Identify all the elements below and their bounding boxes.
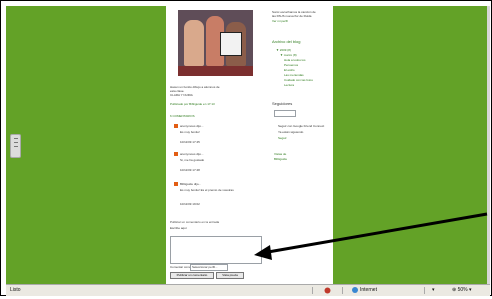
comment-author[interactable]: anonymous dijo... (174, 152, 204, 157)
archive-post[interactable]: Lectura (284, 83, 294, 87)
protected-mode-icon (324, 285, 334, 296)
comment-prompt: Escribe aquí (170, 226, 187, 230)
comment-author[interactable]: Bibliguide dijo... (174, 182, 201, 187)
status-divider (424, 287, 425, 294)
post-photo (178, 10, 253, 76)
comments-title: 6 COMENTARIOS (170, 114, 195, 118)
follow-link[interactable]: Seguir (278, 136, 287, 140)
grip-icon (13, 146, 18, 147)
blogger-icon (174, 124, 178, 129)
archive-post[interactable]: Cuidado con las fotos (284, 78, 313, 82)
follow-text: Seguir con Google Friend Connect (278, 124, 325, 128)
blogger-icon (174, 182, 178, 187)
post-caption-line: CLARA Y NURIA (170, 93, 193, 97)
comment-textarea[interactable] (170, 236, 262, 264)
comment-text: Si, me ha gustado (180, 158, 205, 162)
page-background-left (6, 6, 166, 284)
blogger-icon (174, 152, 178, 157)
comment-form-title: Publicar un comentario en la entrada (170, 220, 220, 224)
archive-year[interactable]: ▼ 2009 (8) (276, 48, 291, 52)
sidebar-link[interactable]: Bibliguide (274, 157, 287, 161)
comment-text: Es muy bonito! Es el premio de vosotras (180, 188, 234, 192)
identity-select[interactable]: Seleccionar perfil... (190, 264, 228, 271)
comment-date[interactable]: 10/11/09 17:45 (180, 140, 200, 144)
comment-date[interactable]: 10/11/09 17:48 (180, 168, 200, 172)
status-divider (312, 287, 313, 294)
browser-status-bar: Listo Internet ▾ ⊕ 50% ▾ (6, 284, 490, 296)
sidebar-link[interactable]: Vistas de (274, 152, 286, 156)
security-icon[interactable]: ▾ (432, 285, 435, 296)
page-background-right (333, 6, 487, 284)
followers-title: Seguidores (272, 101, 293, 106)
comment-author[interactable]: anonymous dijo... (174, 124, 204, 129)
zoom-control[interactable]: ⊕ 50% ▾ (452, 285, 472, 296)
blog-sidebar: Sonic escuchamos la canción de las PAUS … (270, 6, 333, 284)
magnifier-icon: ⊕ (452, 287, 457, 293)
publish-comment-button[interactable]: Publicar un comentario (170, 272, 214, 279)
blog-page: Hacen un bonito dibujo a alumnos de esta… (166, 6, 333, 284)
members-text: Ya están siguiendo (278, 130, 304, 134)
archive-post[interactable]: Pensemos (284, 63, 298, 67)
photo-floor (178, 66, 253, 76)
follow-widget[interactable] (274, 110, 296, 117)
grip-icon (13, 138, 18, 139)
vertical-scrollbar[interactable] (487, 6, 490, 284)
zone-indicator: Internet (352, 285, 377, 296)
archive-post[interactable]: Hola a todos los (284, 58, 306, 62)
profile-text: las PAUS nueva flor de Ruida (272, 14, 312, 18)
globe-icon (352, 286, 358, 293)
archive-post[interactable]: Las meriendas (284, 73, 304, 77)
photo-drawing (220, 32, 242, 56)
comment-text: Es muy bonito! (180, 130, 200, 134)
preview-button[interactable]: Vista previa (216, 272, 244, 279)
post-published-by[interactable]: Publicado por Bibliguide en 17:13 (170, 102, 215, 106)
photo-person (184, 20, 204, 66)
identity-label: Comentar como: (170, 265, 193, 269)
archive-post[interactable]: El estilo (284, 68, 295, 72)
status-text: Listo (10, 287, 21, 293)
comment-date[interactable]: 10/11/09 19:02 (180, 202, 200, 206)
status-divider (342, 287, 343, 294)
view-profile-link[interactable]: Ver mi perfil (272, 19, 288, 23)
sidebar-toggle-handle[interactable] (10, 134, 21, 158)
grip-icon (13, 142, 18, 143)
archive-title: Archivo del blog (272, 39, 301, 44)
archive-month[interactable]: ▼ marzo (8) (280, 53, 297, 57)
identity-value: Seleccionar perfil... (192, 265, 218, 269)
